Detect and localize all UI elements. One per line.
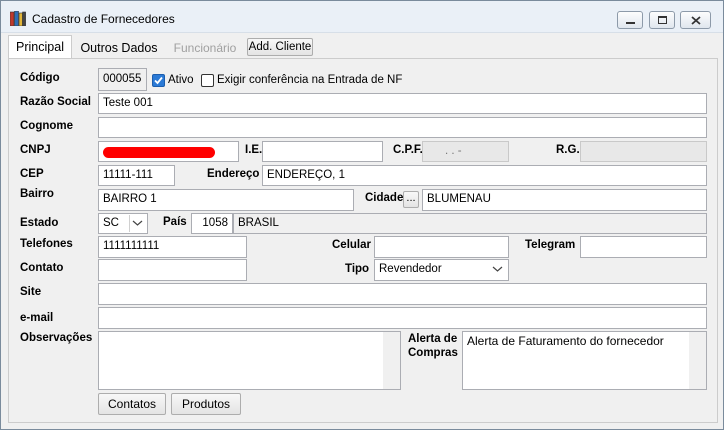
tab-principal[interactable]: Principal [8, 35, 72, 59]
contatos-button[interactable]: Contatos [98, 393, 166, 415]
window-title: Cadastro de Fornecedores [32, 12, 175, 26]
contato-input[interactable] [98, 259, 247, 281]
pais-nome-field: BRASIL [233, 213, 707, 234]
alerta-compras-label-line1: Alerta de [408, 333, 458, 345]
cidade-label: Cidade [365, 192, 404, 204]
cognome-input[interactable] [98, 117, 707, 138]
check-icon [154, 76, 163, 85]
cognome-label: Cognome [20, 120, 74, 132]
cpf-label: C.P.F. [393, 144, 423, 156]
alerta-compras-text: Alerta de Faturamento do fornecedor [467, 334, 664, 348]
observacoes-textarea[interactable] [98, 331, 401, 390]
email-label: e-mail [20, 312, 54, 324]
cep-label: CEP [20, 168, 44, 180]
telegram-label: Telegram [525, 239, 576, 251]
tab-funcionario: Funcionário [173, 41, 237, 55]
cep-input[interactable]: 11111-111 [98, 165, 175, 186]
cidade-input[interactable]: BLUMENAU [422, 189, 707, 211]
cnpj-redaction [103, 147, 215, 158]
add-cliente-button[interactable]: Add. Cliente [247, 38, 313, 56]
codigo-field: 000055 [98, 68, 147, 91]
email-input[interactable] [98, 307, 707, 329]
chevron-down-icon[interactable] [129, 215, 146, 232]
exigir-conferencia-checkbox[interactable] [201, 74, 214, 87]
alerta-compras-scrollbar[interactable] [689, 332, 706, 389]
razao-social-label: Razão Social [20, 96, 91, 108]
tipo-value: Revendedor [379, 263, 442, 275]
observacoes-label: Observações [20, 332, 93, 344]
telegram-input[interactable] [580, 236, 707, 258]
title-bar[interactable]: Cadastro de Fornecedores [1, 1, 723, 33]
celular-label: Celular [332, 239, 371, 251]
telefones-label: Telefones [20, 238, 73, 250]
estado-label: Estado [20, 217, 59, 229]
bairro-label: Bairro [20, 188, 54, 200]
alerta-compras-textarea[interactable]: Alerta de Faturamento do fornecedor [462, 331, 707, 390]
maximize-button[interactable] [649, 11, 675, 29]
minimize-icon [626, 22, 635, 24]
close-button[interactable] [680, 11, 711, 29]
ativo-checkbox[interactable] [152, 74, 165, 87]
estado-value: SC [103, 217, 119, 229]
observacoes-scrollbar[interactable] [383, 332, 400, 389]
exigir-conferencia-label: Exigir conferência na Entrada de NF [217, 74, 403, 86]
pais-codigo-input[interactable]: 1058 [191, 213, 233, 234]
cpf-input: . . - [422, 141, 509, 162]
contato-label: Contato [20, 262, 64, 274]
endereco-input[interactable]: ENDEREÇO, 1 [262, 165, 707, 186]
codigo-label: Código [20, 72, 60, 84]
estado-select[interactable]: SC [98, 213, 148, 234]
close-icon [691, 16, 701, 25]
celular-input[interactable] [374, 236, 509, 258]
endereco-label: Endereço [207, 168, 260, 180]
maximize-icon [658, 16, 667, 24]
pais-label: País [163, 216, 187, 228]
cnpj-label: CNPJ [20, 144, 51, 156]
ie-label: I.E. [245, 144, 263, 156]
telefones-input[interactable]: 1111111111 [98, 236, 247, 258]
produtos-button[interactable]: Produtos [171, 393, 241, 415]
rg-input [580, 141, 707, 162]
rg-label: R.G. [556, 144, 580, 156]
tab-outros-dados[interactable]: Outros Dados [76, 37, 162, 59]
books-icon [10, 11, 26, 26]
cidade-lookup-button[interactable]: ... [403, 191, 419, 208]
minimize-button[interactable] [617, 11, 643, 29]
site-input[interactable] [98, 283, 707, 305]
site-label: Site [20, 286, 42, 298]
tipo-label: Tipo [345, 263, 370, 275]
bairro-input[interactable]: BAIRRO 1 [98, 189, 354, 211]
tipo-select[interactable]: Revendedor [374, 259, 509, 281]
razao-social-input[interactable]: Teste 001 [98, 93, 707, 114]
chevron-down-icon[interactable] [490, 261, 507, 278]
ie-input[interactable] [262, 141, 383, 162]
alerta-compras-label-line2: Compras [408, 347, 458, 359]
window: Cadastro de Fornecedores Principal Outro… [0, 0, 724, 430]
ativo-label: Ativo [168, 74, 194, 86]
